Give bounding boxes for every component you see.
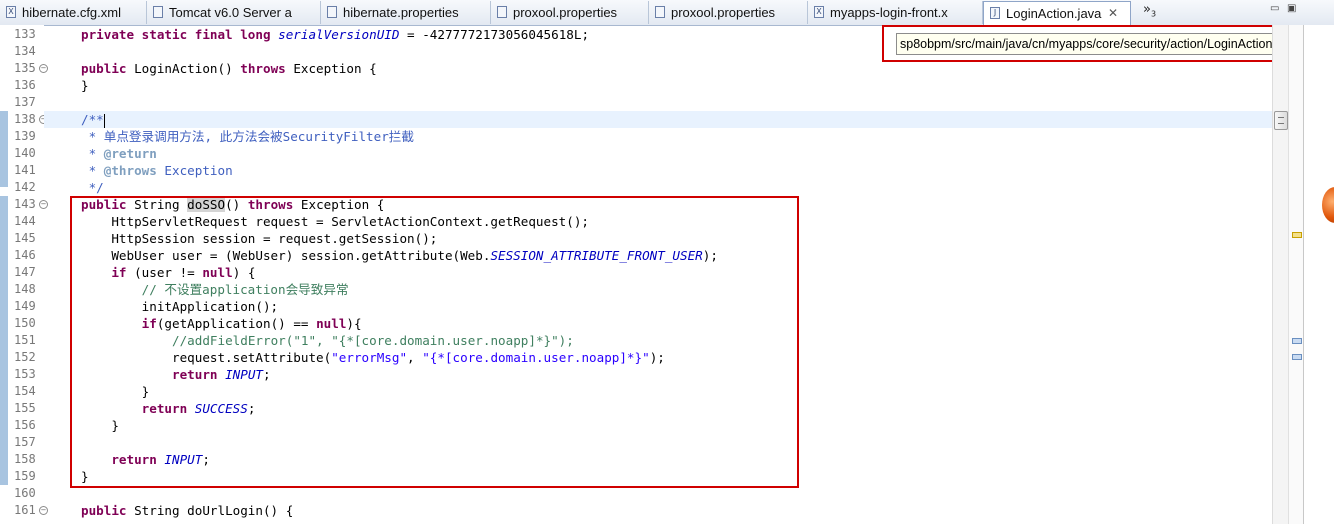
tab-proxool-properties-2[interactable]: proxool.properties (649, 1, 808, 24)
code-text: String doUrlLogin() { (134, 503, 294, 518)
tab-label: hibernate.properties (343, 5, 459, 20)
keyword: public (81, 503, 135, 518)
tab-tomcat-server[interactable]: Tomcat v6.0 Server a (147, 1, 321, 24)
line-number: 139 (14, 129, 36, 143)
line-number: 161 (14, 503, 36, 517)
line-number: 159 (14, 469, 36, 483)
tab-proxool-properties-1[interactable]: proxool.properties (491, 1, 649, 24)
overview-occurrence-marker[interactable] (1292, 338, 1302, 344)
minimize-icon[interactable]: ▭ (1270, 3, 1279, 14)
keyword: public (81, 61, 135, 76)
overview-warning-marker[interactable] (1292, 232, 1302, 238)
maximize-icon[interactable]: ▣ (1287, 3, 1296, 14)
annotation-box-tooltip (882, 25, 1333, 62)
code-line-161: public String doUrlLogin() { (81, 502, 293, 519)
change-ruler-marker (0, 196, 8, 485)
code-line-136: } (81, 78, 89, 93)
code-line-138: /** (81, 111, 105, 128)
properties-file-icon (655, 6, 665, 18)
code-line-139: * 单点登录调用方法, 此方法会被SecurityFilter拦截 (81, 129, 414, 144)
xml-file-icon: X (6, 6, 16, 18)
tab-login-action-java[interactable]: J LoginAction.java ✕ (983, 1, 1131, 25)
line-number: 150 (14, 316, 36, 330)
line-number: 138 (14, 112, 36, 126)
javadoc-text: * (81, 146, 104, 161)
overview-ruler[interactable] (1288, 25, 1303, 524)
javadoc-tag: @throws (103, 163, 157, 178)
line-number: 143 (14, 197, 36, 211)
fold-collapse-icon[interactable]: − (39, 200, 48, 209)
javadoc-text: * (81, 163, 104, 178)
xml-file-icon: X (814, 6, 824, 18)
line-number: 134 (14, 44, 36, 58)
scrollbar-thumb[interactable] (1274, 111, 1288, 130)
javadoc-text: /** (81, 112, 104, 127)
line-number: 153 (14, 367, 36, 381)
line-number: 147 (14, 265, 36, 279)
tab-hibernate-cfg-xml[interactable]: X hibernate.cfg.xml (0, 1, 147, 24)
code-text: LoginAction() (134, 61, 241, 76)
code-line-133: private static final long serialVersionU… (81, 26, 589, 43)
overview-occurrence-marker[interactable] (1292, 354, 1302, 360)
chevron-right-icon: » (1143, 2, 1151, 17)
tab-hibernate-properties[interactable]: hibernate.properties (321, 1, 491, 24)
properties-file-icon (497, 6, 507, 18)
line-number: 157 (14, 435, 36, 449)
line-number: 135 (14, 61, 36, 75)
annotation-box-method (70, 196, 799, 488)
javadoc-text: Exception (156, 163, 233, 178)
java-file-icon: J (990, 7, 1000, 19)
fold-collapse-icon[interactable]: − (39, 64, 48, 73)
editor-tab-bar: X hibernate.cfg.xml Tomcat v6.0 Server a… (0, 0, 1334, 26)
tab-overflow-count: 3 (1150, 9, 1157, 19)
line-number: 160 (14, 486, 36, 500)
line-number: 141 (14, 163, 36, 177)
server-file-icon (153, 6, 163, 18)
keyword: throws (240, 61, 294, 76)
properties-file-icon (327, 6, 337, 18)
field-name: serialVersionUID (278, 27, 400, 42)
line-number: 156 (14, 418, 36, 432)
line-number: 136 (14, 78, 36, 92)
tab-overflow-button[interactable]: »3 (1143, 2, 1156, 19)
code-line-141: * @throws Exception (81, 162, 233, 179)
tab-myapps-login-front[interactable]: X myapps-login-front.x (808, 1, 983, 24)
current-line-highlight (44, 111, 1272, 128)
line-number: 148 (14, 282, 36, 296)
line-number: 149 (14, 299, 36, 313)
code-text: = -4277772173056045618L; (399, 27, 590, 42)
tab-label: proxool.properties (671, 5, 776, 20)
line-number: 140 (14, 146, 36, 160)
code-text: Exception { (293, 61, 377, 76)
line-number: 146 (14, 248, 36, 262)
line-number: 145 (14, 231, 36, 245)
code-line-135: public LoginAction() throws Exception { (81, 60, 377, 77)
line-number: 137 (14, 95, 36, 109)
line-number: 133 (14, 27, 36, 41)
tab-label: myapps-login-front.x (830, 5, 948, 20)
line-number: 155 (14, 401, 36, 415)
close-tab-icon[interactable]: ✕ (1108, 2, 1118, 25)
vertical-scrollbar[interactable] (1272, 25, 1289, 524)
change-ruler-marker (0, 111, 8, 187)
code-line-140: * @return (81, 145, 157, 162)
side-panel (1303, 25, 1334, 524)
fold-collapse-icon[interactable]: − (39, 506, 48, 515)
javadoc-tag: @return (103, 146, 157, 161)
line-number: 142 (14, 180, 36, 194)
line-number: 144 (14, 214, 36, 228)
tab-label: Tomcat v6.0 Server a (169, 5, 292, 20)
text-caret (103, 113, 105, 128)
line-number: 158 (14, 452, 36, 466)
line-number: 151 (14, 333, 36, 347)
tab-label: hibernate.cfg.xml (22, 5, 121, 20)
code-line-142: */ (81, 180, 104, 195)
keyword: private static final long (81, 27, 279, 42)
line-number: 152 (14, 350, 36, 364)
tab-label: LoginAction.java (1006, 6, 1102, 21)
tab-label: proxool.properties (513, 5, 618, 20)
line-number: 154 (14, 384, 36, 398)
